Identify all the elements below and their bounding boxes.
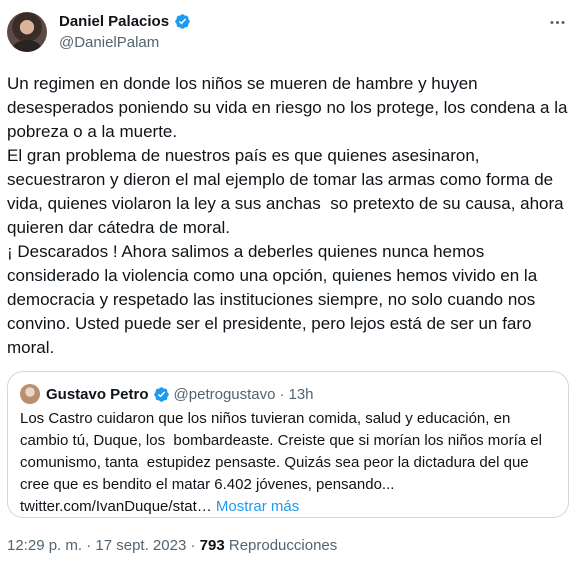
tweet-card: Daniel Palacios @DanielPalam Un regimen …	[0, 0, 579, 566]
quoted-tweet-body: Los Castro cuidaron que los niños tuvier…	[20, 410, 547, 493]
author-handle[interactable]: @DanielPalam	[59, 34, 159, 51]
views-count: 793	[199, 537, 225, 554]
quoted-author-handle: @petrogustavo	[173, 385, 276, 403]
author-display-name[interactable]: Daniel Palacios	[59, 13, 169, 30]
tweet-time[interactable]: 12:29 p. m.	[7, 537, 82, 554]
tweet-date[interactable]: 17 sept. 2023	[95, 537, 186, 554]
tweet-footer: 12:29 p. m. · 17 sept. 2023 · 793 Reprod…	[7, 537, 337, 554]
quoted-tweet-text: Los Castro cuidaron que los niños tuvier…	[20, 408, 554, 518]
quoted-tweet-link[interactable]: twitter.com/IvanDuque/stat…	[20, 498, 212, 515]
show-more-link[interactable]: Mostrar más	[216, 498, 299, 515]
more-horizontal-icon	[549, 20, 565, 24]
views-label: Reproducciones	[228, 537, 338, 554]
quoted-tweet-header: Gustavo Petro @petrogustavo · 13h	[20, 384, 314, 404]
verified-badge-icon	[175, 14, 190, 29]
quoted-author-avatar	[20, 384, 40, 404]
footer-separator: ·	[190, 537, 196, 554]
quoted-tweet[interactable]: Gustavo Petro @petrogustavo · 13h Los Ca…	[7, 371, 569, 518]
author-name-row: Daniel Palacios	[59, 13, 191, 30]
verified-badge-icon	[153, 386, 169, 402]
tweet-text: Un regimen en donde los niños se mueren …	[7, 74, 568, 357]
quoted-separator: ·	[279, 385, 285, 403]
footer-separator: ·	[86, 537, 92, 554]
quoted-author-display-name: Gustavo Petro	[46, 385, 149, 403]
quoted-timestamp: 13h	[288, 385, 314, 403]
author-avatar[interactable]	[7, 12, 47, 52]
more-options-button[interactable]	[547, 12, 567, 32]
